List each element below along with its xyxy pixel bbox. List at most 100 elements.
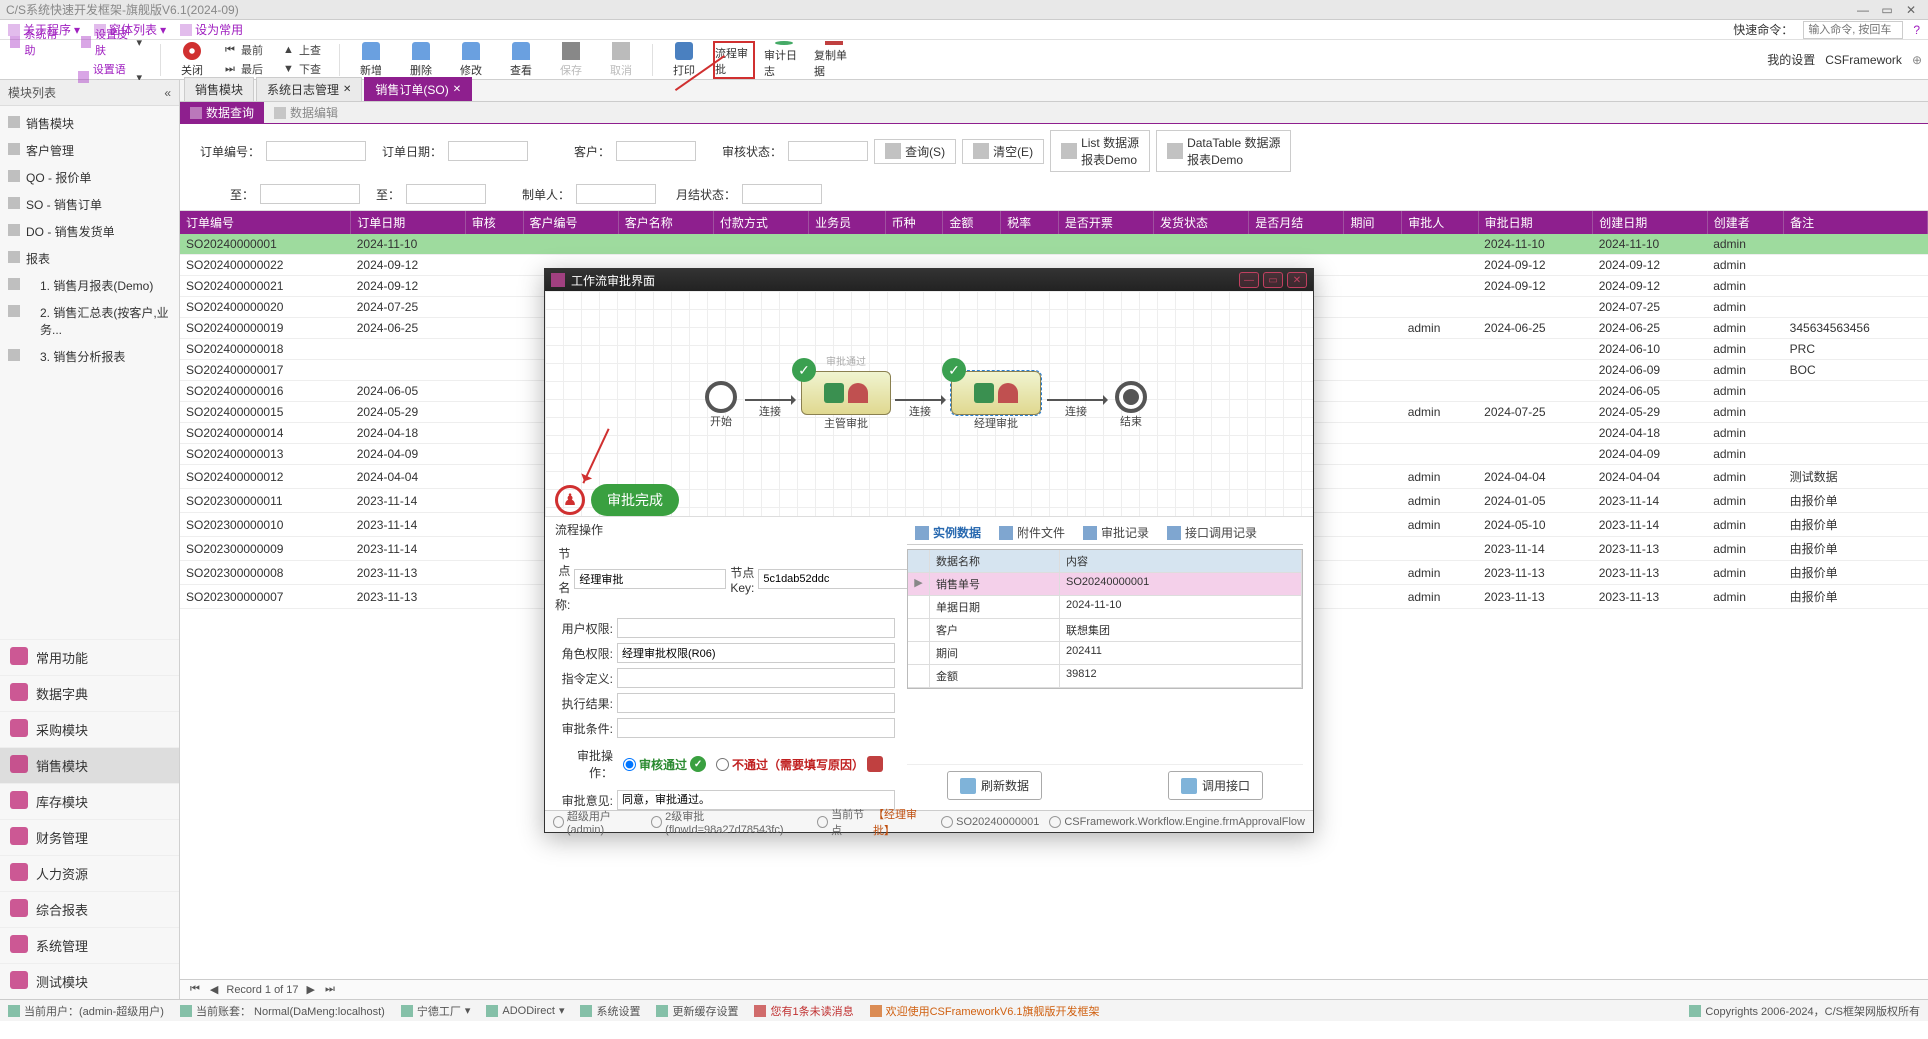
cmd-help-icon[interactable]: ? (1913, 23, 1920, 37)
nav-next[interactable]: ▶ (305, 983, 317, 996)
nav-item[interactable]: 人力资源 (0, 855, 179, 891)
col-header[interactable]: 付款方式 (713, 211, 808, 234)
inp-nodekey[interactable] (758, 569, 910, 589)
btn-list-demo[interactable]: List 数据源报表Demo (1050, 130, 1150, 172)
menu-skin[interactable]: 设置皮肤 ▾ (77, 25, 146, 59)
tree-item[interactable]: QO - 报价单 (0, 164, 179, 191)
inp-approve[interactable] (788, 141, 868, 161)
nav-item[interactable]: 库存模块 (0, 783, 179, 819)
status-sysset[interactable]: 系统设置 (580, 1003, 640, 1019)
wf-node-end[interactable]: 结束 (1115, 381, 1147, 429)
nav-last[interactable]: ⏭ (323, 983, 337, 996)
inp-orderno-to[interactable] (260, 184, 360, 204)
close-button[interactable]: ✕ (1900, 3, 1922, 17)
tab[interactable]: 系统日志管理✕ (256, 77, 362, 101)
col-header[interactable]: 创建日期 (1593, 211, 1708, 234)
wf-node-step1[interactable]: 审批通过 ✓ 主管审批 (801, 371, 891, 431)
tree-item[interactable]: 3. 销售分析报表 (0, 343, 179, 370)
wf-rtab[interactable]: 附件文件 (991, 521, 1073, 544)
link-my-settings[interactable]: 我的设置 (1767, 51, 1815, 68)
radio-pass[interactable]: 审核通过 ✓ (623, 756, 706, 773)
col-header[interactable]: 审核 (465, 211, 523, 234)
col-header[interactable]: 期间 (1344, 211, 1402, 234)
rtable-row[interactable]: 客户联想集团 (908, 619, 1302, 642)
btn-query[interactable]: 查询(S) (874, 139, 956, 164)
nav-item[interactable]: 系统管理 (0, 927, 179, 963)
tree-item[interactable]: 客户管理 (0, 137, 179, 164)
inp-date-from[interactable] (448, 141, 528, 161)
tree-item[interactable]: 2. 销售汇总表(按客户,业务... (0, 299, 179, 343)
tree-item[interactable]: 销售模块 (0, 110, 179, 137)
inp-maker[interactable] (576, 184, 656, 204)
rtable-row[interactable]: 期间202411 (908, 642, 1302, 665)
btn-edit[interactable]: 修改 (450, 41, 492, 79)
close-tab-icon[interactable]: ✕ (343, 84, 351, 95)
col-header[interactable]: 订单编号 (180, 211, 351, 234)
col-header[interactable]: 是否开票 (1058, 211, 1153, 234)
nav-item[interactable]: 销售模块 (0, 747, 179, 783)
radio-reject[interactable]: 不通过（需要填写原因） (716, 756, 883, 773)
tree-item[interactable]: 1. 销售月报表(Demo) (0, 272, 179, 299)
tab[interactable]: 销售订单(SO)✕ (364, 77, 472, 101)
col-header[interactable]: 业务员 (809, 211, 885, 234)
inp-userperm[interactable] (617, 618, 895, 638)
inp-cond[interactable] (617, 718, 895, 738)
nav-item[interactable]: 财务管理 (0, 819, 179, 855)
col-header[interactable]: 审批日期 (1478, 211, 1593, 234)
inp-nodename[interactable] (574, 569, 726, 589)
btn-first[interactable]: ⏮最前 (221, 41, 267, 59)
col-header[interactable]: 创建者 (1707, 211, 1783, 234)
nav-item[interactable]: 综合报表 (0, 891, 179, 927)
collapse-icon[interactable]: « (164, 86, 171, 100)
btn-close[interactable]: 关闭 (171, 41, 213, 79)
wf-rtab[interactable]: 接口调用记录 (1159, 521, 1265, 544)
minimize-button[interactable]: — (1852, 3, 1874, 17)
inp-cust[interactable] (616, 141, 696, 161)
col-header[interactable]: 金额 (943, 211, 1001, 234)
subtab[interactable]: 数据查询 (180, 102, 264, 123)
col-header[interactable]: 税率 (1001, 211, 1059, 234)
col-header[interactable]: 订单日期 (351, 211, 466, 234)
subtab[interactable]: 数据编辑 (264, 102, 348, 123)
col-header[interactable]: 客户名称 (618, 211, 713, 234)
btn-refresh[interactable]: 刷新数据 (947, 771, 1042, 800)
col-header[interactable]: 币种 (885, 211, 943, 234)
nav-prev[interactable]: ◀ (208, 983, 220, 996)
nav-first[interactable]: ⏮ (188, 983, 202, 996)
inp-cmddef[interactable] (617, 668, 895, 688)
wf-min-button[interactable]: — (1239, 272, 1259, 288)
btn-callapi[interactable]: 调用接口 (1168, 771, 1263, 800)
wf-max-button[interactable]: ▭ (1263, 272, 1283, 288)
btn-clear[interactable]: 清空(E) (962, 139, 1044, 164)
btn-up[interactable]: ▲上查 (279, 41, 325, 59)
col-header[interactable]: 是否月结 (1249, 211, 1344, 234)
maximize-button[interactable]: ▭ (1876, 3, 1898, 17)
cmd-input[interactable] (1803, 21, 1903, 39)
tree-item[interactable]: 报表 (0, 245, 179, 272)
col-header[interactable]: 发货状态 (1154, 211, 1249, 234)
wf-node-start[interactable]: 开始 (705, 381, 737, 429)
btn-audit-log[interactable]: 审计日志 (763, 41, 805, 79)
col-header[interactable]: 审批人 (1402, 211, 1478, 234)
wf-rtab[interactable]: 审批记录 (1075, 521, 1157, 544)
btn-last[interactable]: ⏭最后 (221, 60, 267, 78)
col-header[interactable]: 客户编号 (523, 211, 618, 234)
btn-del[interactable]: 删除 (400, 41, 442, 79)
dropdown-icon[interactable]: ⊕ (1912, 53, 1922, 67)
rtable-row[interactable]: 单据日期2024-11-10 (908, 596, 1302, 619)
table-row[interactable]: SO202400000012024-11-102024-11-102024-11… (180, 234, 1928, 255)
col-header[interactable]: 备注 (1784, 211, 1928, 234)
rtable-row[interactable]: ▶销售单号SO20240000001 (908, 573, 1302, 596)
btn-down[interactable]: ▼下查 (279, 60, 325, 78)
inp-orderno[interactable] (266, 141, 366, 161)
wf-close-button[interactable]: ✕ (1287, 272, 1307, 288)
inp-execres[interactable] (617, 693, 895, 713)
btn-copy-doc[interactable]: 复制单据 (813, 41, 855, 79)
nav-item[interactable]: 常用功能 (0, 639, 179, 675)
btn-new[interactable]: 新增 (350, 41, 392, 79)
inp-month[interactable] (742, 184, 822, 204)
inp-roleperm[interactable] (617, 643, 895, 663)
btn-datatable-demo[interactable]: DataTable 数据源报表Demo (1156, 130, 1291, 172)
nav-item[interactable]: 测试模块 (0, 963, 179, 999)
nav-item[interactable]: 数据字典 (0, 675, 179, 711)
